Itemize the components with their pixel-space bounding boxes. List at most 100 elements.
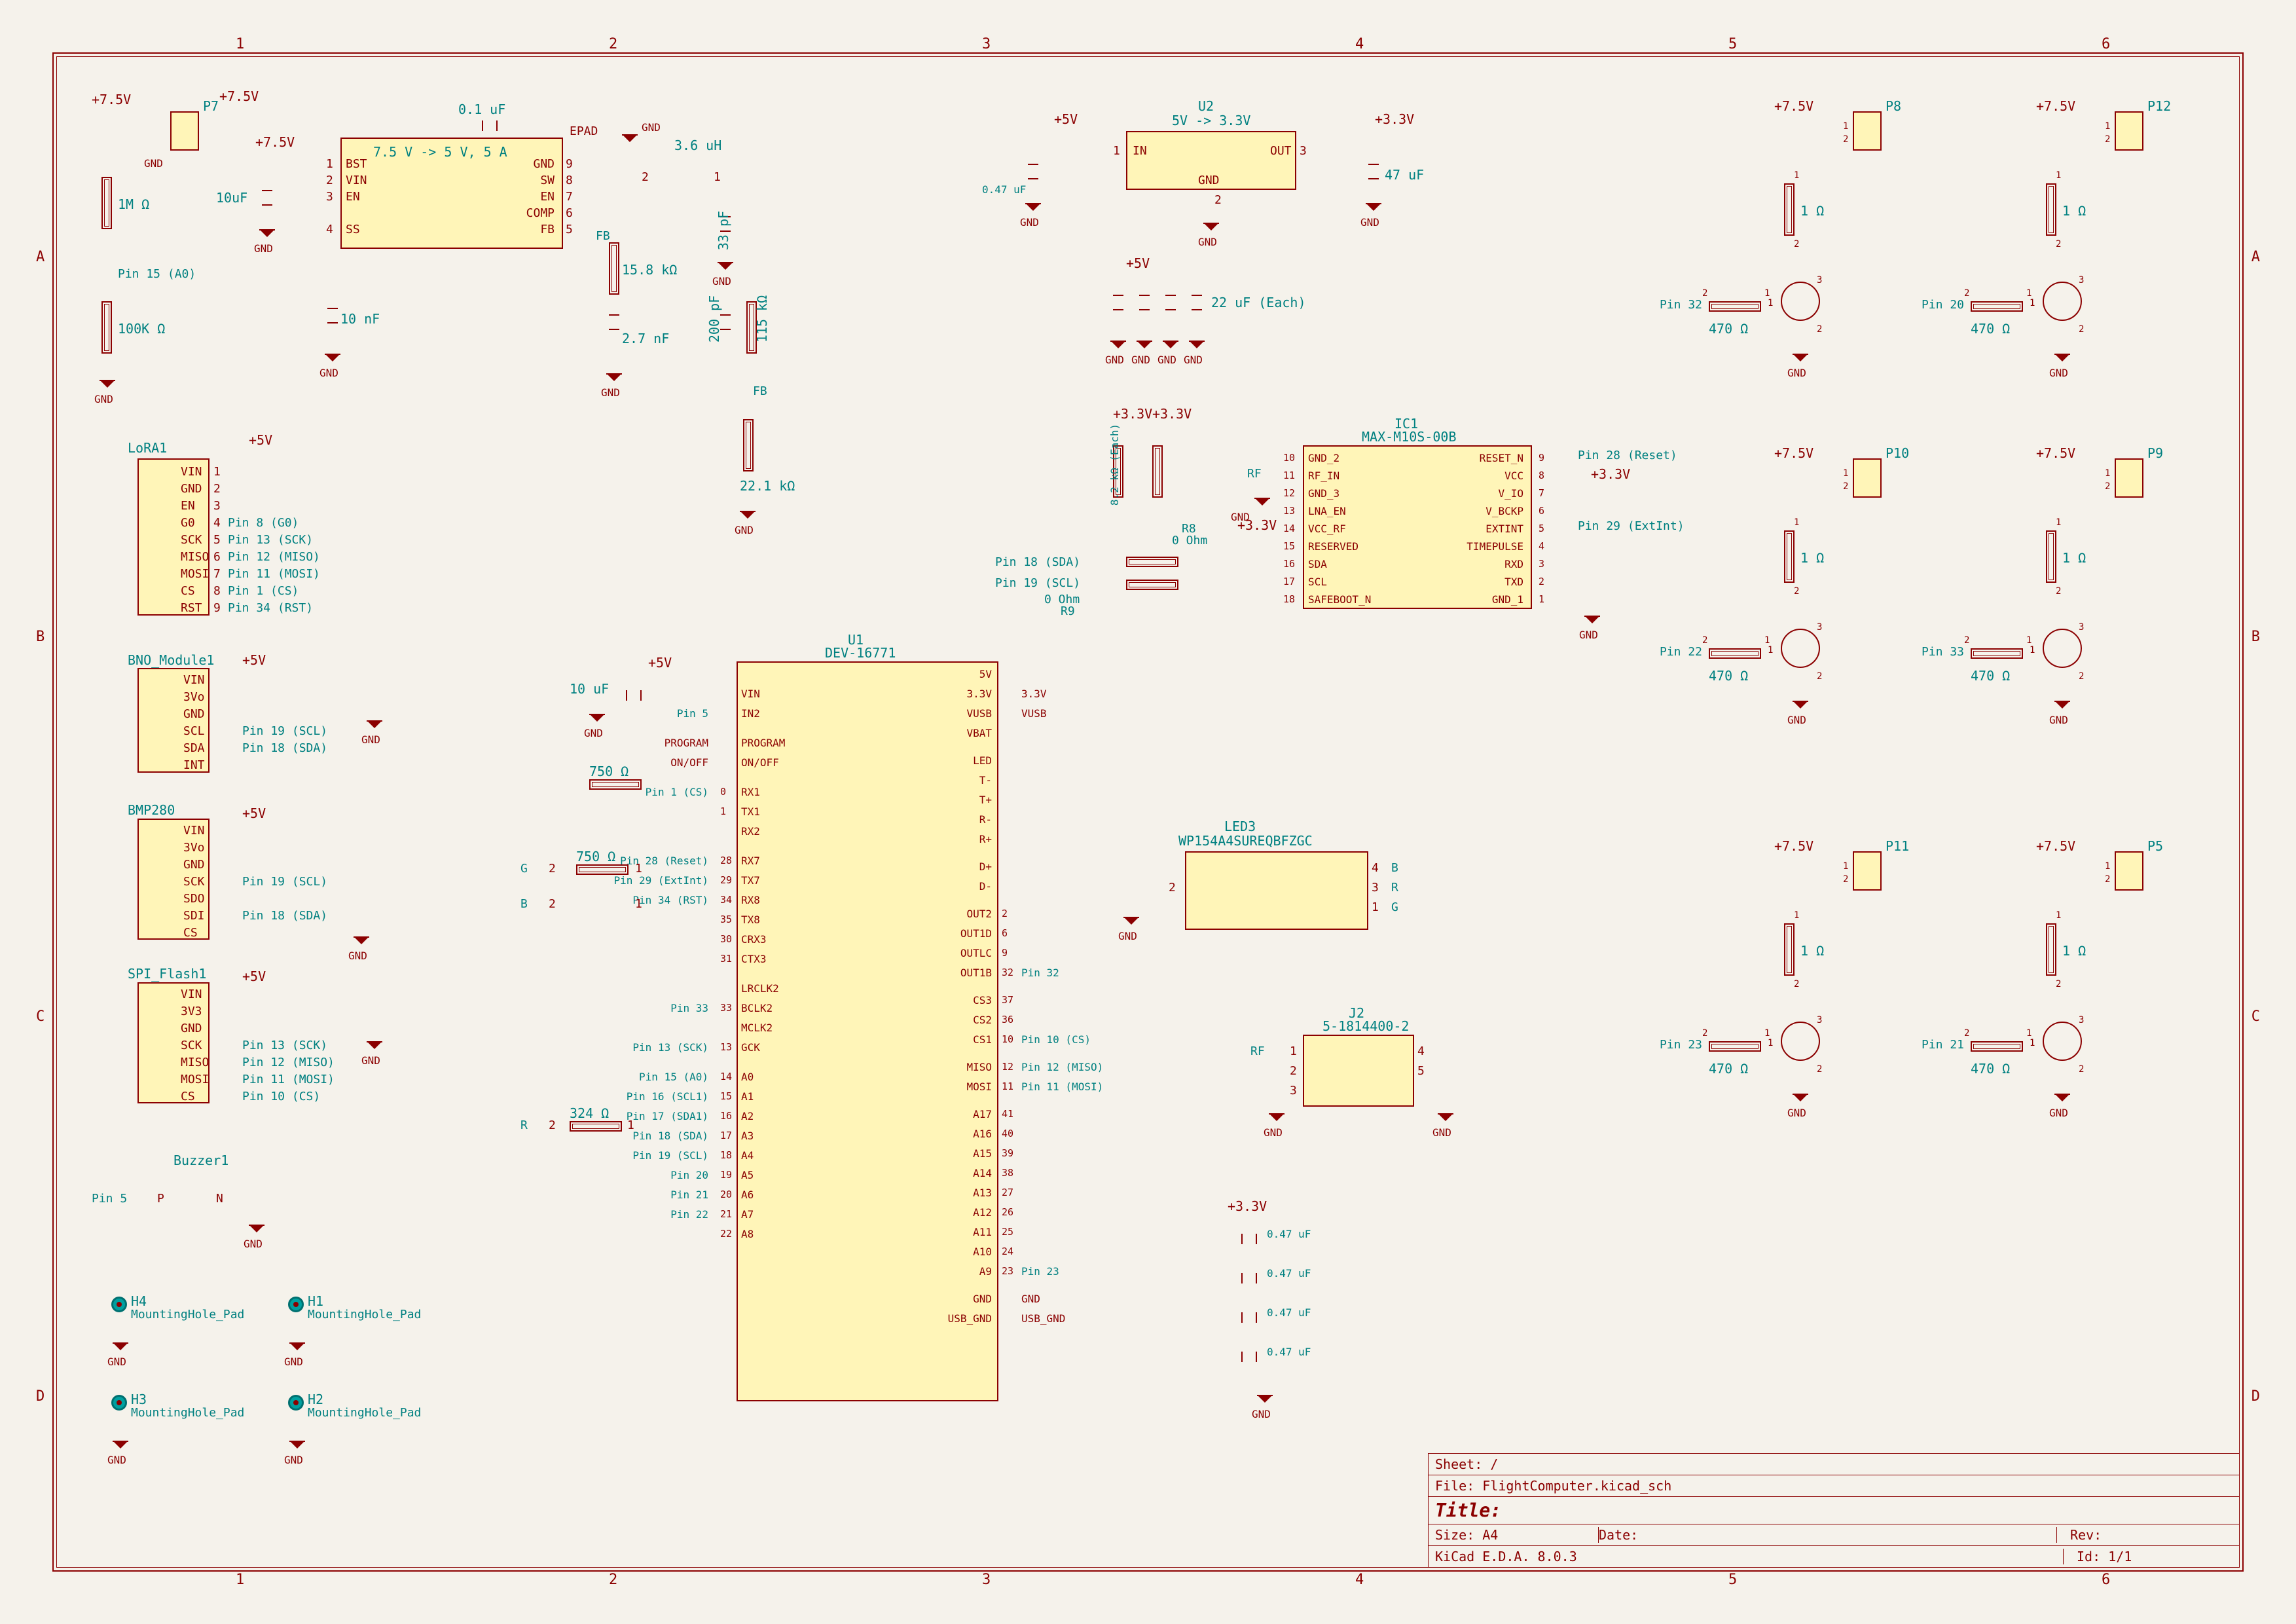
u1r-16: OUTLC [960,947,992,959]
cap-47uf [1368,164,1379,179]
net-pin29-ic1: Pin 29 (ExtInt) [1578,519,1685,533]
j2-ic [1303,1035,1414,1107]
led3-ic [1185,851,1368,930]
ic1l-3: LNA_EN [1308,505,1346,517]
ch5-fd: 3 [2079,1015,2084,1025]
u1rn-29: 38 [1002,1167,1013,1179]
u1rn-32: 25 [1002,1226,1013,1238]
ch5-fet [2043,1022,2082,1061]
hole-h1 [288,1297,304,1312]
ic1r-6: RXD [1504,558,1523,570]
ic1r-5: TIMEPULSE [1467,540,1523,553]
spi-CS: CS [181,1090,195,1103]
u1r-27: A16 [973,1128,992,1140]
u1l-26: A4 [741,1149,754,1162]
ch3-fd: 3 [2079,622,2084,633]
grid-col-6-bot: 6 [2102,1572,2110,1588]
u1r-30: A13 [973,1187,992,1199]
ch3-p2: 2 [2105,481,2110,492]
h3-val: MountingHole_Pad [131,1406,244,1420]
cap-22uf-2 [1139,295,1150,310]
h2-val: MountingHole_Pad [308,1406,421,1420]
ch0-r1v: 1 Ω [1800,203,1824,219]
lora-net8: Pin 34 (RST) [228,601,313,615]
u1r-36: GND [973,1293,992,1305]
bmp-net3: Pin 19 (SCL) [242,875,327,889]
ch1-fd: 3 [2079,275,2084,286]
ch0-7v5: +7.5V [1774,98,1813,114]
lora-ref: LoRA1 [128,440,167,456]
j2-val: 5-1814400-2 [1322,1018,1409,1034]
gnd-22-2 [1137,341,1152,350]
ch4-r470p1: 1 [1764,1028,1770,1039]
u1r-1: 3.3V [966,688,992,700]
u1r-3: VBAT [966,727,992,739]
res-r9 [1126,580,1178,590]
spi-MOSI: MOSI [181,1073,209,1086]
grid-row-d-r: D [2251,1388,2260,1405]
b1: 1 [635,897,642,911]
ch1-r1v: 1 Ω [2062,203,2086,219]
grid-col-1-bot: 1 [236,1572,244,1588]
ic1r-0: RESET_N [1480,452,1523,464]
h4-val: MountingHole_Pad [131,1308,244,1321]
gnd-10nf [325,354,340,363]
gnd-spi-t: GND [361,1054,380,1067]
ic1ln-2: 12 [1283,487,1295,499]
lora-MOSI: MOSI [181,567,209,581]
gnd-buz [249,1225,264,1234]
ch3-r470 [1971,648,2023,659]
ch4-r1 [1784,923,1795,976]
ch1-connref: P12 [2147,98,2171,114]
bno-VIN: VIN [183,673,205,687]
ch3-r470p1: 1 [2026,635,2032,646]
ic1l-4: VCC_RF [1308,523,1346,535]
u1r-37: USB_GND [948,1312,992,1325]
rn6: 6 [566,206,573,220]
u1rnet-36: GND [1021,1293,1040,1305]
reg-en2: EN [540,190,555,204]
net-fb-a: FB [596,229,610,243]
lora-EN: EN [181,499,195,513]
gnd-047-t: GND [1252,1408,1271,1420]
ic1ln-7: 17 [1283,576,1295,587]
ic1l-8: SAFEBOOT_N [1308,593,1371,606]
u1r-15: OUT1D [960,927,992,940]
spi-GND: GND [181,1022,202,1035]
tb-title: Title: [1435,1500,1501,1521]
ic1rn-3: 6 [1539,505,1544,517]
val-0p47-a: 0.47 uF [982,183,1026,196]
bmp-CS: CS [183,926,198,940]
bmp-3Vo: 3Vo [183,841,205,855]
u1ln-6: 0 [720,786,726,798]
lora-n2: 3 [213,499,221,513]
gnd-22k-txt: GND [735,524,754,536]
connector-p7 [170,111,199,151]
ic1rn-4: 5 [1539,523,1544,534]
grid-row-b-l: B [36,629,45,645]
ch1-r1p1: 1 [2056,170,2061,181]
u1lnet-23: Pin 16 (SCL1) [627,1090,708,1103]
u1ln-12: 34 [720,894,732,906]
ch4-conn [1853,851,1882,891]
bmp-ref: BMP280 [128,802,175,818]
led3-2: 2 [1169,881,1176,895]
val-0ohm-a: 0 Ohm [1172,534,1207,547]
tb-file: File: FlightComputer.kicad_sch [1435,1478,1671,1494]
bmp-VIN: VIN [183,824,205,838]
gnd-bno [367,720,382,729]
val-8k2: 8.2 kΩ (Each) [1108,424,1121,506]
ch4-r1p1: 1 [1794,910,1799,921]
gnd-j2-l [1269,1113,1285,1122]
u1r-29: A14 [973,1167,992,1179]
ch3-r1p1: 1 [2056,517,2061,528]
gnd-10uf-u1 [589,714,605,723]
ch3-7v5: +7.5V [2036,445,2075,461]
grid-row-d-l: D [36,1388,45,1405]
power-5v-lora: +5V [249,432,272,448]
buz-n: N [216,1192,223,1206]
u1rn-31: 26 [1002,1206,1013,1218]
gnd-22-3 [1163,341,1178,350]
u1rn-16: 9 [1002,947,1008,959]
u1l-6: RX1 [741,786,760,798]
